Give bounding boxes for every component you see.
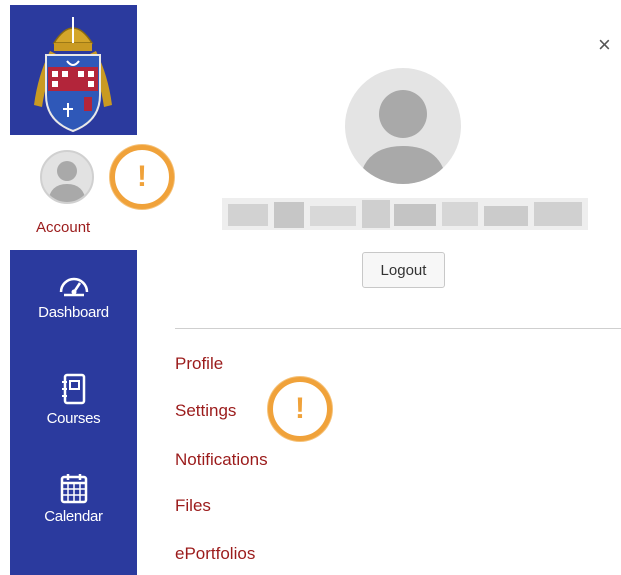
close-icon[interactable]: × xyxy=(598,34,611,56)
courses-icon xyxy=(61,373,85,405)
sidebar-nav: Dashboard Courses Calendar xyxy=(10,250,137,575)
eportfolios-link[interactable]: ePortfolios xyxy=(175,544,255,564)
sidebar-item-calendar[interactable]: Calendar xyxy=(10,472,137,525)
notifications-link[interactable]: Notifications xyxy=(175,450,268,470)
sidebar-item-label: Calendar xyxy=(44,508,103,525)
user-silhouette-icon xyxy=(359,90,447,184)
sidebar-logo-area xyxy=(10,5,137,135)
sidebar-account[interactable]: Account ! xyxy=(10,135,174,250)
account-label: Account xyxy=(36,219,91,236)
dashboard-icon xyxy=(59,277,88,297)
profile-link[interactable]: Profile xyxy=(175,354,223,374)
exclamation-icon: ! xyxy=(295,392,305,425)
profile-avatar[interactable] xyxy=(345,68,461,184)
settings-link[interactable]: Settings xyxy=(175,401,236,421)
sidebar-item-label: Courses xyxy=(46,410,101,427)
diocese-logo[interactable] xyxy=(10,5,137,135)
divider xyxy=(175,328,621,329)
sidebar-item-dashboard[interactable]: Dashboard xyxy=(10,272,137,321)
files-link[interactable]: Files xyxy=(175,496,211,516)
account-avatar xyxy=(40,150,94,204)
logout-button[interactable]: Logout xyxy=(362,252,445,288)
sidebar-item-courses[interactable]: Courses xyxy=(10,372,137,427)
account-alert-callout: ! xyxy=(110,145,174,209)
user-name-redacted xyxy=(222,198,588,230)
user-silhouette-icon xyxy=(48,161,86,202)
exclamation-icon: ! xyxy=(137,160,147,193)
settings-alert-callout: ! xyxy=(268,377,332,441)
sidebar-item-label: Dashboard xyxy=(38,304,109,321)
calendar-icon xyxy=(60,474,87,504)
